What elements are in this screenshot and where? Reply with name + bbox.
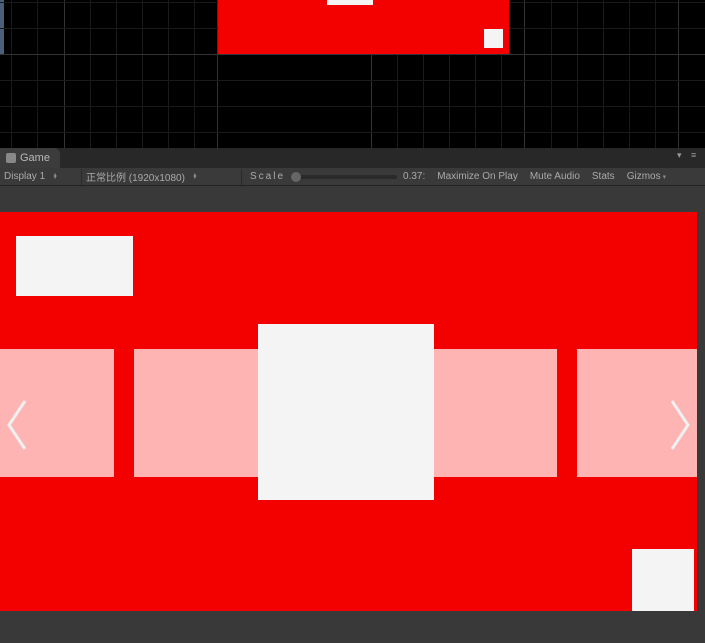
- updown-icon: ▴▾: [51, 174, 59, 180]
- stats-toggle[interactable]: Stats: [586, 168, 621, 186]
- dropdown-icon[interactable]: ▾: [677, 150, 687, 160]
- scale-value: 0.37:: [403, 171, 425, 182]
- scale-thumb[interactable]: [291, 172, 301, 182]
- game-icon: [6, 153, 16, 163]
- scene-white-top[interactable]: [327, 0, 373, 5]
- game-toolbar: Display 1 ▴▾ 正常比例 (1920x1080) ▴▾ Scale 0…: [0, 168, 705, 186]
- aspect-label: 正常比例 (1920x1080): [86, 169, 185, 184]
- mute-audio-toggle[interactable]: Mute Audio: [524, 168, 586, 186]
- scale-slider[interactable]: [291, 175, 397, 179]
- carousel-item-center[interactable]: [258, 324, 434, 500]
- display-dropdown[interactable]: Display 1 ▴▾: [0, 169, 82, 185]
- tab-bar: Game: [0, 148, 705, 168]
- carousel-prev-button[interactable]: [2, 400, 32, 450]
- chevron-down-icon: ▾: [663, 173, 667, 181]
- chevron-right-icon: [666, 397, 694, 453]
- tab-label: Game: [20, 152, 50, 164]
- scene-view[interactable]: [0, 0, 705, 148]
- updown-icon: ▴▾: [191, 174, 199, 180]
- selection-edge: [0, 0, 4, 54]
- ui-panel-topleft[interactable]: [16, 236, 133, 296]
- aspect-dropdown[interactable]: 正常比例 (1920x1080) ▴▾: [82, 169, 242, 185]
- tab-game[interactable]: Game: [0, 148, 60, 168]
- game-view: [0, 186, 705, 643]
- maximize-on-play-toggle[interactable]: Maximize On Play: [431, 168, 524, 186]
- gizmos-dropdown[interactable]: Gizmos ▾: [621, 168, 672, 186]
- scene-canvas-rect[interactable]: [218, 0, 509, 54]
- carousel-next-button[interactable]: [665, 400, 695, 450]
- scale-label: Scale: [250, 171, 285, 182]
- display-label: Display 1: [4, 171, 45, 182]
- scene-white-corner[interactable]: [484, 29, 503, 48]
- chevron-left-icon: [3, 397, 31, 453]
- ui-panel-bottomright[interactable]: [632, 549, 694, 611]
- game-canvas[interactable]: [0, 212, 697, 611]
- menu-icon[interactable]: ≡: [691, 150, 701, 160]
- tab-options: ▾ ≡: [677, 150, 701, 160]
